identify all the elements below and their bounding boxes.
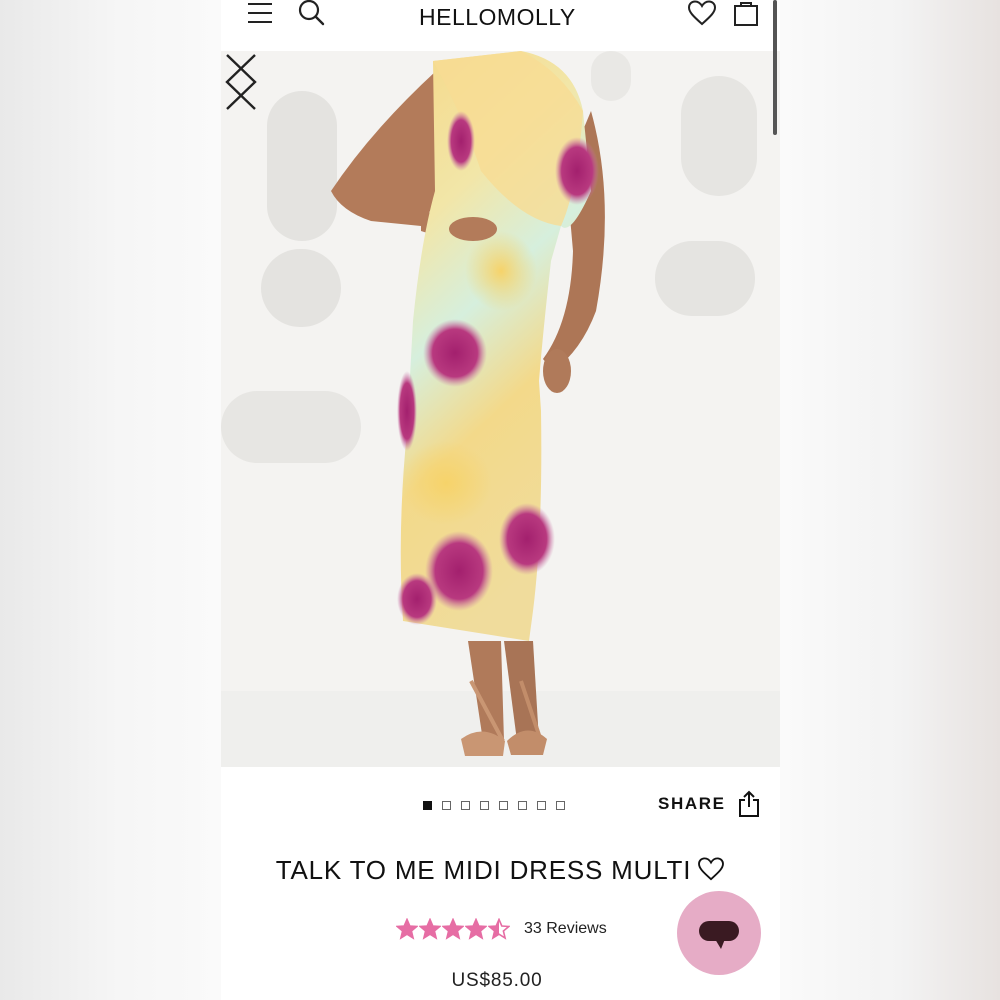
gallery-pagination [423,801,565,815]
gallery-dot[interactable] [499,801,508,810]
star-full-icon [465,918,487,940]
chat-bubble-icon [699,921,739,949]
product-rating[interactable]: 33 Reviews [396,918,607,940]
scrollbar[interactable] [773,0,777,135]
site-logo[interactable]: HELLOMOLLY [419,4,576,31]
gallery-dot[interactable] [480,801,489,810]
product-image-gallery[interactable] [221,51,780,767]
star-half-icon [488,918,510,940]
product-photo [221,51,780,767]
gallery-dot[interactable] [442,801,451,810]
star-full-icon [396,918,418,940]
star-full-icon [442,918,464,940]
share-button[interactable]: SHARE [658,790,760,818]
share-label: SHARE [658,794,726,813]
menu-icon[interactable] [248,2,272,24]
gallery-dot[interactable] [556,801,565,810]
shopping-bag-icon[interactable] [733,0,759,26]
product-title: TALK TO ME MIDI DRESS MULTI [275,855,692,885]
gallery-dot[interactable] [423,801,432,810]
wishlist-heart-icon[interactable] [697,857,725,881]
heart-icon[interactable] [687,0,717,26]
product-title-row: TALK TO ME MIDI DRESS MULTI [221,855,780,886]
share-icon [738,790,759,817]
mobile-screen: HELLOMOLLY SHARE TALK TO ME MIDI DRESS M… [221,0,780,1000]
site-header: HELLOMOLLY [221,0,780,50]
gallery-dot[interactable] [518,801,527,810]
search-icon[interactable] [297,0,327,28]
gallery-dot[interactable] [537,801,546,810]
star-full-icon [419,918,441,940]
product-price: US$85.00 [451,970,543,991]
reviews-link[interactable]: 33 Reviews [524,920,607,938]
gallery-dot[interactable] [461,801,470,810]
rating-stars [396,918,510,940]
chevron-right-icon[interactable] [221,51,261,113]
chat-button[interactable] [677,891,761,975]
